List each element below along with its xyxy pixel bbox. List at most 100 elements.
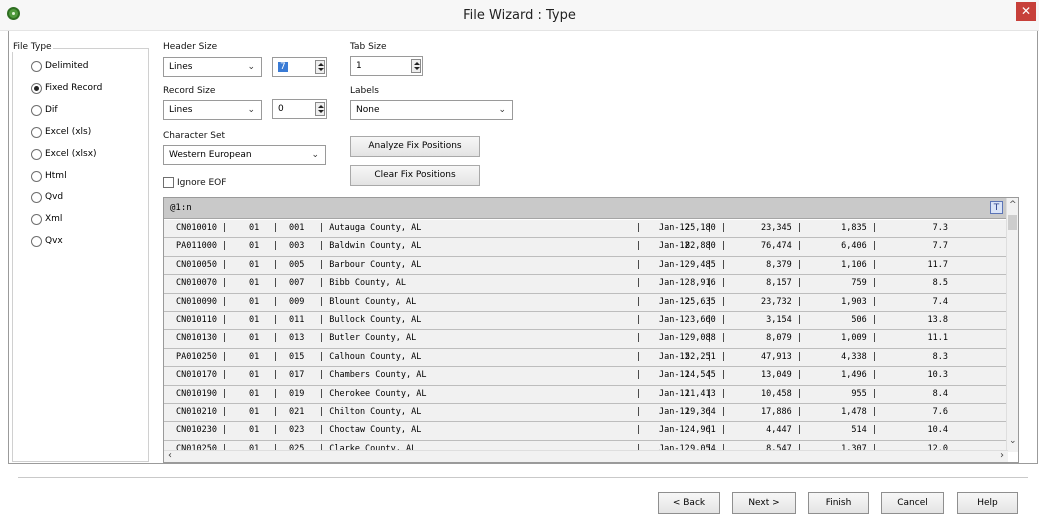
table-cell: 955 | [851, 388, 877, 399]
table-cell: | [273, 241, 279, 252]
table-cell: 1,478 | [841, 406, 877, 417]
table-cell: 01 [249, 223, 260, 233]
table-row: CN010190 | 01 | 019 | Cherokee County, AL | Ja… [164, 385, 1008, 404]
table-cell: 01 [249, 351, 260, 362]
table-cell: Jan-12 [659, 333, 690, 344]
scroll-down-icon[interactable]: ⌄ [1009, 436, 1017, 446]
horizontal-scrollbar[interactable]: ‹ › [164, 450, 1008, 462]
close-button[interactable]: ✕ [1016, 2, 1036, 21]
table-cell: 25,635 | [685, 296, 726, 307]
table-cell: 76,474 | [761, 241, 802, 252]
table-cell: 3,154 | [766, 314, 802, 325]
table-cell: 3,660 | [690, 314, 726, 325]
character-set-label: Character Set [163, 131, 226, 141]
table-cell: 007 [289, 278, 305, 289]
table-cell: 13.8 [927, 314, 948, 325]
header-size-unit-select[interactable]: Lines ⌄ [163, 57, 262, 77]
tab-size-spinner[interactable]: 1 [350, 56, 423, 76]
analyze-fix-positions-button[interactable]: Analyze Fix Positions [350, 136, 480, 157]
header-size-spinner[interactable]: 7 [272, 57, 327, 77]
radio-excel-xlsx[interactable]: Excel (xlsx) [31, 147, 97, 161]
finish-button[interactable]: Finish [808, 492, 869, 514]
radio-xml[interactable]: Xml [31, 212, 62, 226]
spinner-arrows-icon[interactable] [315, 60, 325, 74]
table-cell: 25,180 | [685, 223, 726, 233]
table-cell: 8.4 [932, 388, 948, 399]
table-cell: PA011000 | [176, 241, 228, 252]
table-cell: 11.7 [927, 259, 948, 270]
labels-select[interactable]: None ⌄ [350, 100, 513, 120]
table-cell: 7.4 [932, 296, 948, 307]
chevron-down-icon: ⌄ [311, 150, 319, 160]
table-cell: | [636, 296, 642, 307]
file-type-label: File Type [12, 42, 53, 52]
spinner-arrows-icon[interactable] [411, 59, 421, 73]
table-cell: 1,835 | [841, 223, 877, 233]
table-cell: 009 [289, 296, 305, 307]
record-size-unit-select[interactable]: Lines ⌄ [163, 100, 262, 120]
table-cell: 01 [249, 278, 260, 289]
back-button[interactable]: < Back [658, 492, 720, 514]
table-cell: 4,961 | [690, 425, 726, 436]
table-cell: | [636, 388, 642, 399]
table-row: CN010210 | 01 | 021 | Chilton County, AL | Jan… [164, 403, 1008, 423]
radio-excel-xls[interactable]: Excel (xls) [31, 125, 91, 139]
radio-qvd[interactable]: Qvd [31, 190, 63, 204]
radio-fixed-record[interactable]: Fixed Record [31, 81, 102, 95]
clear-fix-positions-button[interactable]: Clear Fix Positions [350, 165, 480, 186]
table-row: CN010170 | 01 | 017 | Chambers County, AL | Ja… [164, 367, 1008, 386]
table-cell: 8,916 | [690, 278, 726, 289]
table-cell: | [273, 314, 279, 325]
table-cell: 1,106 | [841, 259, 877, 270]
radio-delimited[interactable]: Delimited [31, 59, 89, 73]
radio-html[interactable]: Html [31, 169, 67, 183]
cancel-button[interactable]: Cancel [881, 492, 944, 514]
table-cell: 015 [289, 351, 305, 362]
preview-grid[interactable]: @1:n T CN010010 | 01 | 001 | Autauga County,… [163, 197, 1019, 463]
vertical-scrollbar[interactable]: ^ ⌄ [1006, 198, 1018, 452]
table-cell: | Barbour County, AL [319, 259, 422, 270]
table-cell: | [636, 223, 642, 233]
table-cell: | Baldwin County, AL [319, 241, 422, 252]
table-cell: 514 | [851, 425, 877, 436]
table-cell: | [273, 388, 279, 399]
scroll-up-icon[interactable]: ^ [1009, 200, 1017, 210]
table-cell: 7.6 [932, 406, 948, 417]
title-bar: File Wizard : Type ✕ [0, 0, 1039, 31]
table-cell: CN010010 | [176, 223, 228, 233]
table-row: CN010090 | 01 | 009 | Blount County, AL | Jan-… [164, 293, 1008, 312]
table-cell: | [636, 370, 642, 381]
scroll-thumb[interactable] [1008, 215, 1017, 230]
radio-dif[interactable]: Dif [31, 103, 58, 117]
table-cell: 23,345 | [761, 223, 802, 233]
ignore-eof-checkbox[interactable] [163, 177, 174, 188]
footer-divider [18, 477, 1028, 478]
radio-qvx[interactable]: Qvx [31, 234, 63, 248]
table-cell: 01 [249, 333, 260, 344]
table-cell: 10.4 [927, 425, 948, 436]
text-type-icon[interactable]: T [990, 201, 1003, 214]
table-cell: | [636, 241, 642, 252]
help-button[interactable]: Help [957, 492, 1018, 514]
table-cell: | Chambers County, AL [319, 370, 427, 381]
table-cell: | Bullock County, AL [319, 314, 422, 325]
table-cell: 01 [249, 425, 260, 436]
spinner-arrows-icon[interactable] [315, 102, 325, 116]
record-size-spinner[interactable]: 0 [272, 99, 327, 119]
table-cell: 8,079 | [766, 333, 802, 344]
table-cell: 17,886 | [761, 406, 802, 417]
table-row: PA011000 | 01 | 003 | Baldwin County, AL | Jan… [164, 238, 1008, 257]
ignore-eof-label: Ignore EOF [177, 178, 227, 188]
table-cell: | Chilton County, AL [319, 406, 422, 417]
character-set-select[interactable]: Western European ⌄ [163, 145, 326, 165]
table-cell: | [273, 259, 279, 270]
scroll-right-icon[interactable]: › [1000, 450, 1004, 461]
table-cell: 017 [289, 370, 305, 381]
scroll-left-icon[interactable]: ‹ [168, 450, 172, 461]
chevron-down-icon: ⌄ [247, 62, 255, 72]
table-cell: 01 [249, 241, 260, 252]
next-button[interactable]: Next > [732, 492, 796, 514]
table-cell: CN010070 | [176, 278, 228, 289]
table-cell: 52,251 | [685, 351, 726, 362]
table-cell: 82,880 | [685, 241, 726, 252]
